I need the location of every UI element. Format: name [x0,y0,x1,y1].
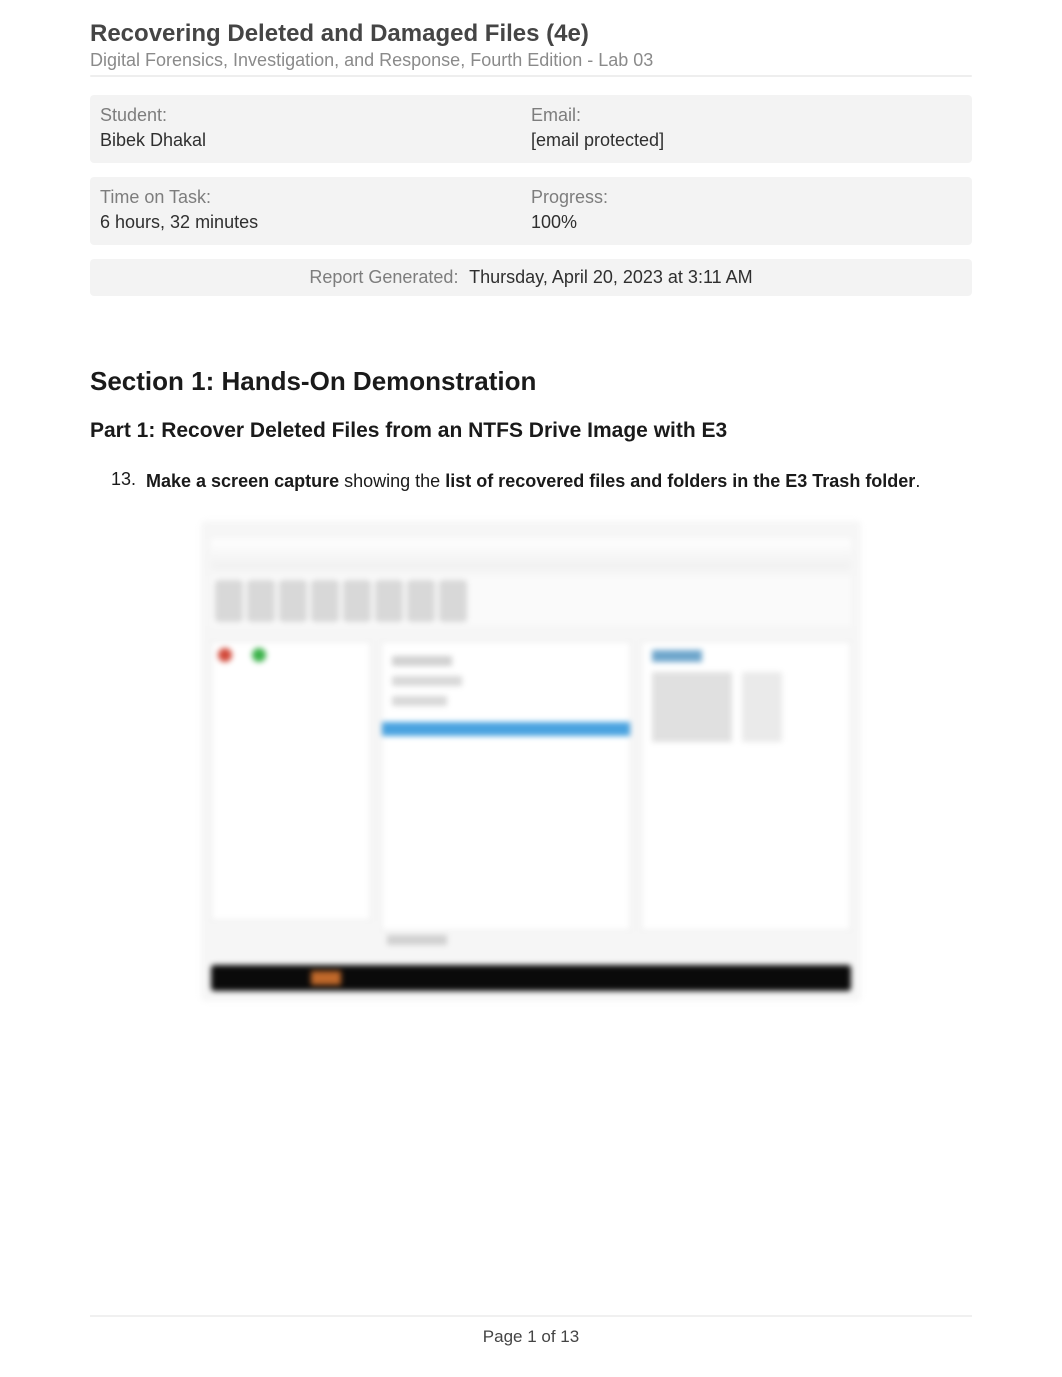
section-title: Section 1: Hands-On Demonstration [90,366,972,397]
screenshot-image [201,521,861,1001]
sp-right-panel [641,641,851,931]
task-info-block: Time on Task: 6 hours, 32 minutes Progre… [90,177,972,245]
green-dot-icon [252,648,266,662]
item-number: 13. [90,469,146,493]
student-label: Student: [100,105,531,126]
progress-value: 100% [531,212,962,233]
document-page: Recovering Deleted and Damaged Files (4e… [0,0,1062,1377]
item-end: . [915,471,920,491]
footer-divider [90,1315,972,1317]
sp-taskbar [211,965,851,991]
email-col: Email: [email protected] [531,105,962,151]
report-generated-block: Report Generated: Thursday, April 20, 20… [90,259,972,296]
part-title: Part 1: Recover Deleted Files from an NT… [90,419,972,443]
report-generated-label: Report Generated: [309,267,458,287]
sp-sidebar [211,641,371,921]
item-bold-1: Make a screen capture [146,471,339,491]
student-value: Bibek Dhakal [100,130,531,151]
email-label: Email: [531,105,962,126]
item-mid: showing the [339,471,445,491]
progress-col: Progress: 100% [531,187,962,233]
page-title: Recovering Deleted and Damaged Files (4e… [90,20,972,48]
highlighted-row [382,722,630,736]
report-generated-value: Thursday, April 20, 2023 at 3:11 AM [469,267,753,287]
progress-label: Progress: [531,187,962,208]
header-divider [90,75,972,77]
time-label: Time on Task: [100,187,531,208]
item-bold-2: list of recovered files and folders in t… [445,471,915,491]
email-value: [email protected] [531,130,962,151]
sp-toolbar [211,539,851,569]
red-dot-icon [218,648,232,662]
instruction-item: 13. Make a screen capture showing the li… [90,469,972,493]
student-col: Student: Bibek Dhakal [100,105,531,151]
sp-ribbon [211,576,851,626]
page-number: Page 1 of 13 [0,1327,1062,1347]
time-value: 6 hours, 32 minutes [100,212,531,233]
time-col: Time on Task: 6 hours, 32 minutes [100,187,531,233]
sp-main-panel [381,641,631,931]
student-info-block: Student: Bibek Dhakal Email: [email prot… [90,95,972,163]
page-subtitle: Digital Forensics, Investigation, and Re… [90,50,972,71]
sp-label [387,935,447,945]
item-text: Make a screen capture showing the list o… [146,469,972,493]
